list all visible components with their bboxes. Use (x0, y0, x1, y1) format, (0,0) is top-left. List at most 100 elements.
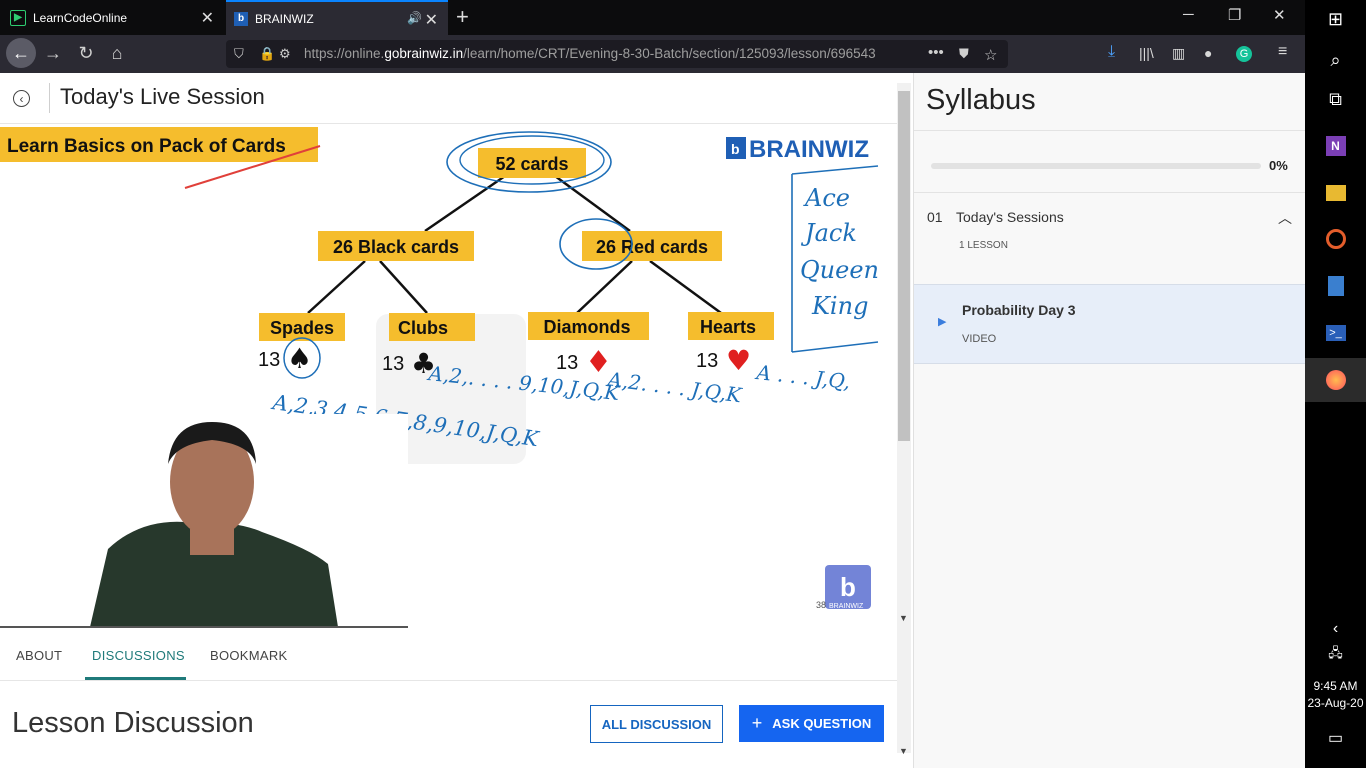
account-icon[interactable]: ● (1204, 45, 1212, 61)
divider (914, 130, 1306, 131)
lesson-type: VIDEO (962, 333, 997, 345)
close-tab-icon[interactable]: ✕ (425, 10, 438, 30)
brand-text: BRAINWIZ (749, 136, 869, 163)
clock-date[interactable]: 23-Aug-20 (1305, 696, 1366, 710)
powershell-icon[interactable]: >_ (1305, 311, 1366, 355)
divider (49, 83, 50, 113)
scroll-down-icon[interactable]: ▼ (899, 613, 908, 623)
clubs-count: 13 (382, 353, 404, 375)
page-scroll-down-icon[interactable]: ▼ (899, 746, 908, 756)
ask-question-button[interactable]: + ASK QUESTION (739, 705, 884, 742)
grammarly-icon[interactable]: G (1236, 46, 1252, 62)
clock-time[interactable]: 9:45 AM (1305, 679, 1366, 693)
menu-icon[interactable]: ≡ (1278, 43, 1287, 61)
network-icon[interactable]: 🖧 (1305, 633, 1366, 677)
new-tab-icon[interactable]: + (456, 4, 469, 30)
tab-about[interactable]: ABOUT (16, 648, 62, 663)
lesson-item[interactable]: ▶ Probability Day 3 VIDEO (914, 284, 1306, 364)
diamonds-label: Diamonds (543, 317, 630, 337)
speaker-icon[interactable]: 🔊 (407, 11, 422, 25)
calculator-icon[interactable] (1305, 264, 1366, 308)
tab-discussions[interactable]: DISCUSSIONS (92, 648, 185, 663)
syllabus-panel: Syllabus 0% 01 Today's Sessions 1 LESSON… (913, 73, 1306, 768)
tree-line (424, 174, 506, 233)
watermark-number: 38 (816, 600, 826, 610)
page: ‹ Today's Live Session Learn Basics on P… (0, 73, 1306, 768)
page-actions-icon[interactable]: ••• (928, 44, 944, 61)
notifications-icon[interactable]: ▭ (1305, 716, 1366, 760)
tree-line (554, 174, 631, 233)
scrollbar-thumb[interactable] (898, 91, 910, 441)
task-view-icon[interactable]: ⧉ (1305, 77, 1366, 121)
browser-tab-bar: ▶ LearnCodeOnline ✕ b BRAINWIZ 🔊 ✕ + ─ ❐… (0, 0, 1305, 35)
active-tab-indicator (85, 677, 186, 680)
video-player[interactable]: Learn Basics on Pack of Cards b BRAINWIZ… (0, 124, 880, 627)
diamonds-count: 13 (556, 352, 578, 374)
restore-icon[interactable]: ❐ (1228, 6, 1241, 24)
sidebar-icon[interactable]: ▥ (1172, 45, 1185, 62)
tab-label: LearnCodeOnline (33, 10, 128, 25)
spades-count: 13 (258, 349, 280, 371)
hearts-label: Hearts (700, 317, 756, 337)
clubs-label: Clubs (398, 318, 448, 338)
tab-bookmark[interactable]: BOOKMARK (210, 648, 288, 663)
media-player-icon[interactable] (1305, 217, 1366, 261)
presenter-video (0, 414, 408, 627)
tab-brainwiz[interactable]: b BRAINWIZ 🔊 ✕ (226, 0, 448, 35)
section-lesson-count: 1 LESSON (959, 240, 1008, 251)
red-cards-label: 26 Red cards (596, 237, 708, 257)
onenote-icon[interactable]: N (1305, 124, 1366, 168)
browser-toolbar: ← → ↻ ⌂ ⛉ 🔒 ⚙ https://online.gobrainwiz.… (0, 35, 1305, 73)
tab-label: BRAINWIZ (255, 11, 314, 26)
shield-icon[interactable]: ⛉ (234, 46, 244, 62)
tab-learncodeonline[interactable]: ▶ LearnCodeOnline ✕ (0, 0, 224, 35)
chevron-up-icon[interactable]: ︿ (1278, 208, 1292, 228)
minimize-icon[interactable]: ─ (1183, 6, 1194, 23)
face-card-jack: Jack (800, 219, 857, 247)
heart-icon: ♥ (726, 344, 751, 377)
lesson-tabs: ABOUT DISCUSSIONS BOOKMARK (0, 628, 897, 681)
section-header[interactable]: 01 Today's Sessions 1 LESSON ︿ (914, 193, 1306, 283)
lesson-name: Probability Day 3 (962, 302, 1076, 318)
content-scrollbar[interactable]: ▼ (897, 83, 911, 753)
all-discussion-button[interactable]: ALL DISCUSSION (590, 705, 723, 743)
brainwiz-favicon-icon: b (234, 11, 248, 26)
root-node-label: 52 cards (495, 154, 568, 174)
face-card-queen: Queen (800, 256, 879, 284)
play-icon: ▶ (938, 316, 947, 328)
section-number: 01 (927, 209, 943, 225)
handwritten-sequence: A . . . J,Q, (753, 360, 851, 394)
watermark-brand: BRAINWIZ (829, 603, 864, 610)
library-icon[interactable]: |||\ (1139, 45, 1154, 61)
reload-icon[interactable]: ↻ (73, 43, 99, 64)
progress-bar (931, 163, 1261, 169)
url-text[interactable]: https://online.gobrainwiz.in/learn/home/… (304, 46, 876, 61)
taskbar: ⊞ ⌕ ⧉ N >_ ‹ 🖧 9:45 AM 23-Aug-20 ▭ (1305, 0, 1366, 768)
handwritten-sequence: A,2. . . . J,Q,K (604, 367, 743, 408)
section-title: Today's Sessions (956, 209, 1064, 225)
windows-start-icon[interactable]: ⊞ (1305, 0, 1366, 41)
window-close-icon[interactable]: ✕ (1273, 6, 1286, 24)
address-bar[interactable]: ⛉ 🔒 ⚙ https://online.gobrainwiz.in/learn… (226, 40, 1008, 68)
search-icon[interactable]: ⌕ (1305, 38, 1366, 82)
lecture-board: Learn Basics on Pack of Cards b BRAINWIZ… (0, 127, 879, 627)
home-icon[interactable]: ⌂ (104, 43, 130, 64)
download-icon[interactable]: ⤓ (1108, 43, 1115, 61)
permissions-icon[interactable]: ⚙ (279, 46, 291, 62)
lock-icon[interactable]: 🔒 (259, 46, 275, 62)
forward-arrow-icon[interactable]: → (40, 43, 66, 64)
pocket-icon[interactable]: ⛊ (959, 46, 969, 62)
bookmark-star-icon[interactable]: ☆ (984, 46, 997, 64)
logo-letter: b (731, 141, 740, 157)
face-card-ace: Ace (803, 184, 850, 212)
tree-line (379, 260, 428, 314)
back-icon[interactable]: ‹ (13, 90, 30, 107)
close-tab-icon[interactable]: ✕ (201, 8, 214, 28)
watermark-letter: b (840, 572, 856, 602)
firefox-icon[interactable] (1305, 358, 1366, 402)
file-explorer-icon[interactable] (1305, 171, 1366, 215)
learncodeonline-favicon-icon: ▶ (10, 9, 26, 26)
ask-question-label: ASK QUESTION (772, 716, 872, 731)
spade-icon: ♠ (287, 342, 312, 375)
back-arrow-icon[interactable]: ← (6, 38, 36, 68)
